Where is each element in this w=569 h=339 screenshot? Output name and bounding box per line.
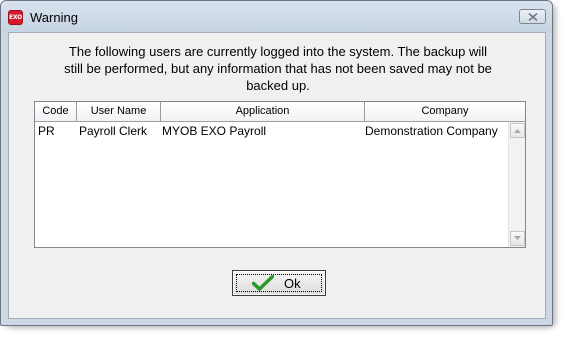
column-header-code[interactable]: Code <box>35 102 77 121</box>
cell-code: PR <box>38 124 55 138</box>
column-header-user-name[interactable]: User Name <box>77 102 161 121</box>
dialog-title: Warning <box>30 10 78 25</box>
focus-rectangle <box>236 274 322 292</box>
cell-company: Demonstration Company <box>365 124 498 138</box>
exo-app-icon: EXO <box>8 10 23 25</box>
vertical-scrollbar[interactable] <box>508 122 525 247</box>
table-row[interactable]: PR Payroll Clerk MYOB EXO Payroll Demons… <box>35 123 505 140</box>
scroll-down-button[interactable] <box>510 231 525 246</box>
dialog-body: The following users are currently logged… <box>8 32 546 319</box>
scroll-up-button[interactable] <box>510 123 525 138</box>
message-line: backed up. <box>246 78 310 93</box>
logged-in-users-table: Code User Name Application Company PR Pa… <box>34 101 526 248</box>
ok-button[interactable]: Ok <box>232 270 326 296</box>
column-header-application[interactable]: Application <box>161 102 365 121</box>
checkmark-icon <box>252 275 274 291</box>
message-line: still be performed, but any information … <box>64 61 492 76</box>
column-header-company[interactable]: Company <box>365 102 525 121</box>
arrow-down-icon <box>514 236 521 240</box>
warning-dialog: EXO Warning The following users are curr… <box>0 0 553 326</box>
ok-label: Ok <box>284 276 301 291</box>
close-button[interactable] <box>519 9 546 24</box>
cell-application: MYOB EXO Payroll <box>162 124 267 138</box>
close-icon <box>528 13 538 21</box>
title-bar[interactable]: EXO Warning <box>1 1 552 33</box>
table-header: Code User Name Application Company <box>35 102 525 122</box>
warning-message: The following users are currently logged… <box>33 43 523 94</box>
cell-user-name: Payroll Clerk <box>79 124 148 138</box>
message-line: The following users are currently logged… <box>68 44 488 59</box>
arrow-up-icon <box>514 129 521 133</box>
